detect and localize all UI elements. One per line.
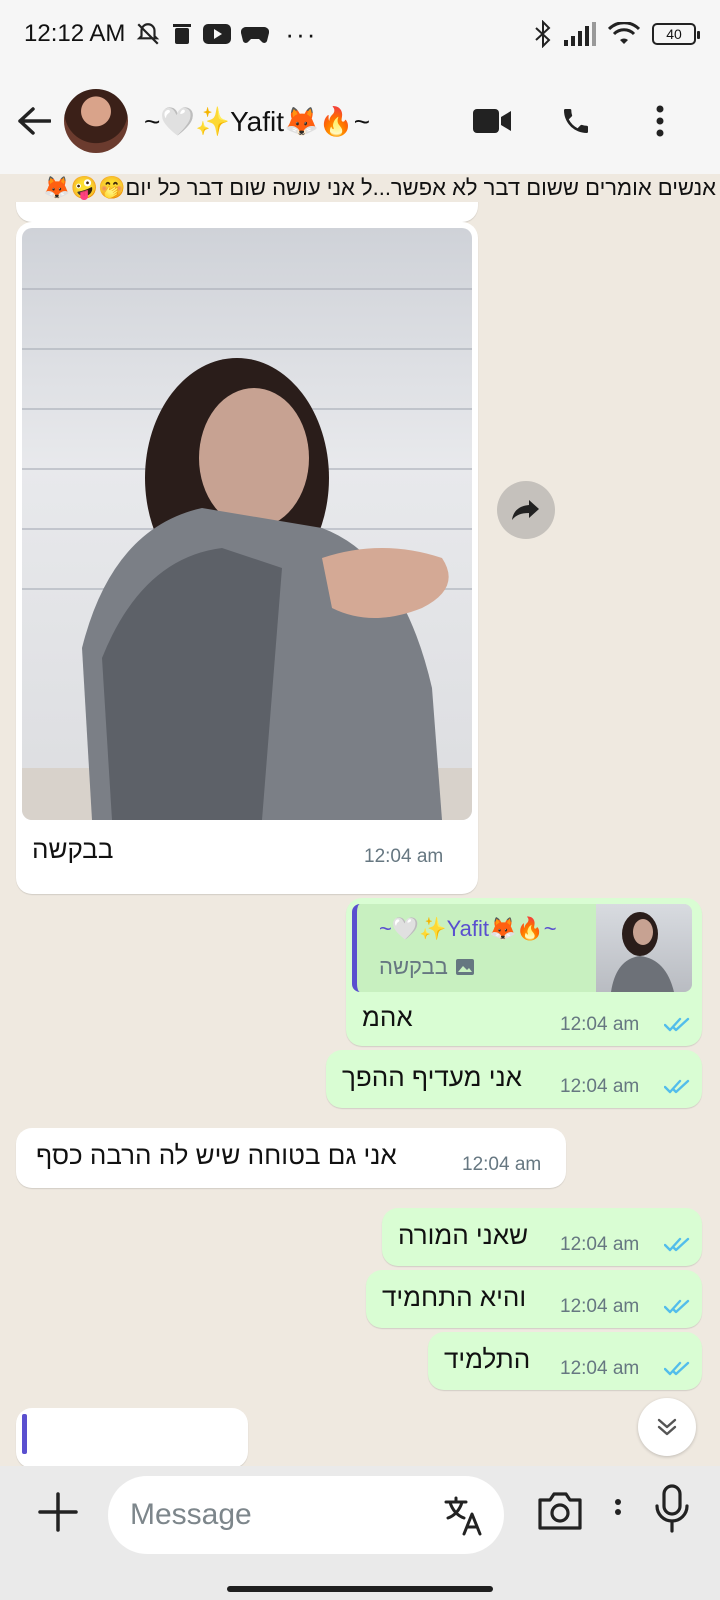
scroll-to-bottom-button[interactable] bbox=[638, 1398, 696, 1456]
signal-icon bbox=[564, 22, 596, 46]
message-time: 12:04 am bbox=[560, 1076, 640, 1097]
image-message[interactable]: בבקשה 12:04 am bbox=[16, 222, 478, 894]
youtube-icon bbox=[203, 24, 232, 44]
arrow-left-icon bbox=[18, 107, 51, 135]
status-bar: 12:12 AM ··· 40 bbox=[0, 0, 720, 68]
battery-icon: 40 bbox=[652, 23, 700, 45]
image-icon bbox=[455, 959, 474, 975]
read-receipt-icon bbox=[664, 1017, 690, 1032]
video-call-button[interactable] bbox=[472, 101, 512, 141]
phone-icon bbox=[564, 109, 588, 133]
message-input-container[interactable] bbox=[108, 1476, 504, 1554]
message-caption: בבקשה bbox=[32, 834, 114, 864]
more-options-button[interactable] bbox=[640, 101, 680, 141]
wifi-icon bbox=[608, 22, 640, 44]
previous-message-fragment[interactable] bbox=[16, 202, 478, 222]
outgoing-message[interactable]: אני מעדיף ההפך 12:04 am bbox=[326, 1050, 702, 1108]
message-text: התלמיד bbox=[444, 1344, 531, 1374]
message-time: 12:04 am bbox=[364, 846, 444, 867]
avatar[interactable] bbox=[64, 89, 128, 153]
camera-icon[interactable] bbox=[536, 1488, 584, 1532]
message-image[interactable] bbox=[22, 228, 472, 820]
message-text: אני מעדיף ההפך bbox=[342, 1062, 522, 1092]
read-receipt-icon bbox=[664, 1237, 690, 1252]
composer bbox=[0, 1466, 720, 1600]
message-time: 12:04 am bbox=[462, 1154, 542, 1175]
message-list[interactable]: בבקשה 12:04 am ~🤍✨Yafit🦊🔥~ בבקשה אהמ 12:… bbox=[0, 202, 720, 1466]
clock: 12:12 AM bbox=[24, 20, 126, 47]
chat-header: ~🤍✨Yafit🦊🔥~ bbox=[0, 68, 720, 174]
message-time: 12:04 am bbox=[560, 1014, 640, 1035]
more-vertical-icon[interactable] bbox=[612, 1492, 624, 1532]
trash-icon bbox=[173, 24, 192, 44]
message-text: אני גם בטוחה שיש לה הרבה כסף bbox=[36, 1140, 397, 1170]
quoted-sender: ~🤍✨Yafit🦊🔥~ bbox=[379, 916, 557, 941]
contact-about-marquee: אנשים אומרים ששום דבר לא אפשר...ל אני עו… bbox=[0, 174, 720, 202]
message-text: שאני המורה bbox=[398, 1220, 529, 1250]
incoming-message[interactable]: אני גם בטוחה שיש לה הרבה כסף 12:04 am bbox=[16, 1128, 566, 1188]
microphone-icon[interactable] bbox=[654, 1484, 690, 1534]
read-receipt-icon bbox=[664, 1361, 690, 1376]
quoted-thumbnail bbox=[596, 904, 692, 992]
voice-call-button[interactable] bbox=[556, 101, 596, 141]
quoted-caption: בבקשה bbox=[379, 954, 474, 980]
message-time: 12:04 am bbox=[560, 1358, 640, 1379]
message-text: אהמ bbox=[362, 1002, 413, 1032]
bluetooth-icon bbox=[535, 20, 551, 48]
forward-button[interactable] bbox=[497, 481, 555, 539]
quoted-message[interactable]: ~🤍✨Yafit🦊🔥~ בבקשה bbox=[352, 904, 692, 992]
kebab-menu-icon bbox=[656, 105, 664, 137]
attach-plus-icon[interactable] bbox=[36, 1490, 80, 1534]
reply-message[interactable]: ~🤍✨Yafit🦊🔥~ בבקשה אהמ 12:04 am bbox=[346, 898, 702, 1046]
photo-illustration bbox=[22, 358, 472, 820]
message-time: 12:04 am bbox=[560, 1296, 640, 1317]
back-button[interactable] bbox=[12, 99, 56, 143]
read-receipt-icon bbox=[664, 1079, 690, 1094]
outgoing-message[interactable]: והיא התחמיד 12:04 am bbox=[366, 1270, 702, 1328]
double-chevron-down-icon bbox=[657, 1418, 677, 1436]
gesture-navigation-bar[interactable] bbox=[227, 1586, 493, 1592]
battery-level: 40 bbox=[666, 26, 682, 42]
gamepad-icon bbox=[241, 26, 270, 43]
message-input[interactable] bbox=[130, 1498, 420, 1532]
outgoing-message[interactable]: שאני המורה 12:04 am bbox=[382, 1208, 702, 1266]
read-receipt-icon bbox=[664, 1299, 690, 1314]
video-camera-icon bbox=[473, 109, 511, 133]
translate-icon[interactable] bbox=[442, 1494, 486, 1538]
forward-arrow-icon bbox=[512, 500, 539, 520]
message-text: והיא התחמיד bbox=[382, 1282, 527, 1312]
outgoing-message[interactable]: התלמיד 12:04 am bbox=[428, 1332, 702, 1390]
more-notifications: ··· bbox=[285, 18, 318, 49]
quoted-caption-text: בבקשה bbox=[379, 954, 448, 979]
message-time: 12:04 am bbox=[560, 1234, 640, 1255]
mute-bell-icon bbox=[137, 23, 160, 45]
contact-name[interactable]: ~🤍✨Yafit🦊🔥~ bbox=[144, 105, 370, 138]
partial-incoming-message[interactable] bbox=[16, 1408, 248, 1466]
